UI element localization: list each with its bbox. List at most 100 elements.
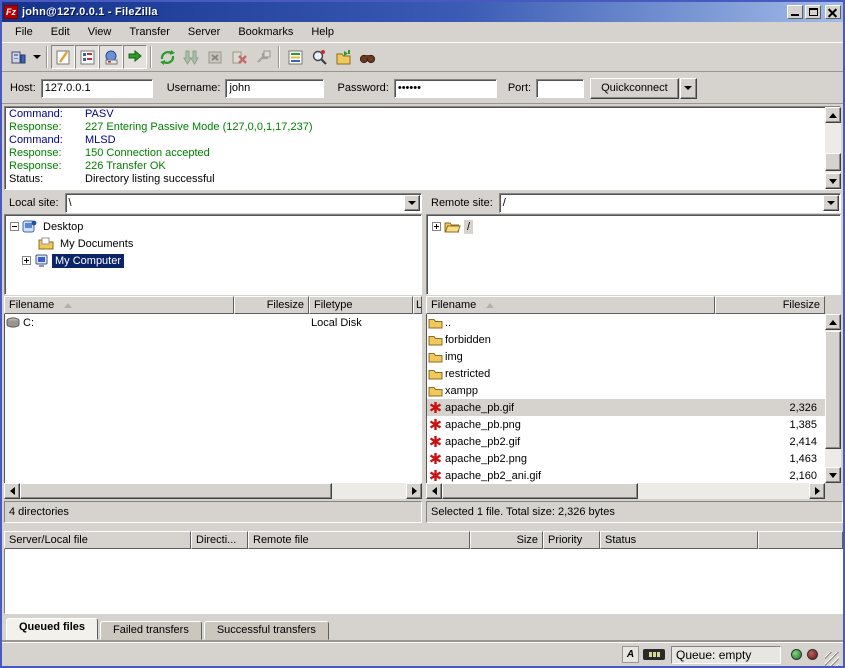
tab-queued-files[interactable]: Queued files (6, 618, 98, 640)
scrollbar-thumb[interactable] (442, 483, 638, 499)
scroll-left-button[interactable] (426, 483, 442, 499)
toggle-transfer-queue-button[interactable] (123, 45, 147, 69)
find-files-button[interactable] (355, 45, 379, 69)
remote-site-dropdown[interactable] (823, 195, 839, 211)
refresh-button[interactable] (155, 45, 179, 69)
column-remote-file[interactable]: Remote file (248, 531, 470, 549)
speed-limit-icon[interactable] (643, 649, 665, 660)
message-log[interactable]: Command:PASV Response:227 Entering Passi… (4, 106, 841, 190)
column-filename[interactable]: Filename (426, 296, 715, 314)
transfer-queue-list[interactable] (4, 549, 843, 614)
image-file-icon (427, 401, 443, 414)
toggle-local-tree-button[interactable] (75, 45, 99, 69)
disconnect-button[interactable] (227, 45, 251, 69)
data-type-indicator-icon[interactable]: A (622, 646, 639, 663)
file-row[interactable]: apache_pb2.png 1,463 (427, 450, 825, 467)
site-manager-dropdown[interactable] (30, 46, 43, 68)
scroll-up-button[interactable] (825, 314, 841, 330)
scrollbar-thumb[interactable] (825, 153, 841, 171)
filter-button[interactable] (283, 45, 307, 69)
file-row[interactable]: .. (427, 314, 825, 331)
remote-site-combobox[interactable]: / (499, 193, 841, 213)
file-row[interactable]: apache_pb2.gif 2,414 (427, 433, 825, 450)
column-size[interactable]: Size (470, 531, 543, 549)
collapse-icon[interactable] (10, 222, 19, 231)
column-filetype[interactable]: Filetype (309, 296, 413, 314)
scroll-right-button[interactable] (406, 483, 422, 499)
column-priority[interactable]: Priority (543, 531, 600, 549)
local-site-dropdown[interactable] (404, 195, 420, 211)
scroll-left-button[interactable] (4, 483, 20, 499)
toggle-remote-tree-button[interactable] (99, 45, 123, 69)
local-directory-tree[interactable]: Desktop My Documents My Computer (4, 214, 422, 295)
menu-server[interactable]: Server (179, 23, 229, 41)
column-direction[interactable]: Directi... (191, 531, 248, 549)
tree-item-label[interactable]: / (464, 220, 473, 234)
scroll-down-button[interactable] (825, 173, 841, 189)
column-filesize[interactable]: Filesize (234, 296, 309, 314)
remote-directory-tree[interactable]: / (426, 214, 841, 295)
remote-file-list[interactable]: .. forbidden img restricted xampp apache… (426, 314, 825, 483)
scroll-down-button[interactable] (825, 467, 841, 483)
tab-successful-transfers[interactable]: Successful transfers (204, 621, 329, 640)
tree-item-desktop[interactable]: Desktop (5, 218, 421, 235)
menu-file[interactable]: File (6, 23, 42, 41)
column-filename[interactable]: Filename (4, 296, 234, 314)
file-row[interactable]: restricted (427, 365, 825, 382)
quickconnect-dropdown[interactable] (680, 78, 697, 99)
scroll-right-button[interactable] (809, 483, 825, 499)
column-status[interactable]: Status (600, 531, 758, 549)
scrollbar-thumb[interactable] (20, 483, 332, 499)
port-input[interactable] (536, 79, 584, 98)
expand-icon[interactable] (22, 256, 31, 265)
password-input[interactable] (394, 79, 497, 98)
menu-transfer[interactable]: Transfer (120, 23, 179, 41)
remote-list-vscrollbar[interactable] (825, 314, 841, 483)
menu-bookmarks[interactable]: Bookmarks (229, 23, 302, 41)
menu-edit[interactable]: Edit (42, 23, 79, 41)
scroll-up-button[interactable] (825, 107, 841, 123)
minimize-button[interactable] (787, 5, 803, 19)
file-row-selected[interactable]: apache_pb.gif 2,326 (427, 399, 825, 416)
column-last-modified[interactable]: L (413, 296, 422, 314)
username-input[interactable] (225, 79, 324, 98)
file-row[interactable]: apache_pb2_ani.gif 2,160 (427, 467, 825, 483)
tree-item-my-computer[interactable]: My Computer (5, 252, 421, 269)
file-row[interactable]: xampp (427, 382, 825, 399)
directory-comparison-button[interactable] (307, 45, 331, 69)
log-scrollbar[interactable] (825, 107, 841, 189)
local-list-hscrollbar[interactable] (4, 483, 422, 499)
close-button[interactable] (825, 5, 841, 19)
local-file-list[interactable]: C: Local Disk (4, 314, 422, 483)
tree-item-my-documents[interactable]: My Documents (5, 235, 421, 252)
menu-view[interactable]: View (79, 23, 121, 41)
tab-failed-transfers[interactable]: Failed transfers (100, 621, 202, 640)
file-row[interactable]: forbidden (427, 331, 825, 348)
expand-icon[interactable] (432, 222, 441, 231)
tree-item-label[interactable]: My Documents (57, 237, 136, 251)
maximize-button[interactable] (805, 5, 821, 19)
scrollbar-thumb[interactable] (825, 331, 841, 449)
quickconnect-button[interactable]: Quickconnect (590, 78, 679, 99)
column-filesize[interactable]: Filesize (715, 296, 825, 314)
host-input[interactable] (41, 79, 153, 98)
title-bar[interactable]: Fz john@127.0.0.1 - FileZilla (2, 2, 843, 22)
file-row[interactable]: apache_pb.png 1,385 (427, 416, 825, 433)
site-manager-button[interactable] (6, 45, 30, 69)
reconnect-button[interactable] (251, 45, 275, 69)
file-row-c-drive[interactable]: C: Local Disk (5, 314, 422, 331)
toggle-message-log-button[interactable] (51, 45, 75, 69)
tree-item-root[interactable]: / (427, 218, 840, 235)
cancel-button[interactable] (203, 45, 227, 69)
tree-item-label[interactable]: Desktop (40, 220, 86, 234)
tree-item-label[interactable]: My Computer (52, 254, 124, 268)
process-queue-button[interactable] (179, 45, 203, 69)
resize-grip[interactable] (825, 652, 839, 666)
menu-help[interactable]: Help (302, 23, 343, 41)
file-row[interactable]: img (427, 348, 825, 365)
column-server-local-file[interactable]: Server/Local file (4, 531, 191, 549)
remote-list-hscrollbar[interactable] (426, 483, 825, 499)
synchronized-browsing-button[interactable] (331, 45, 355, 69)
local-site-combobox[interactable]: \ (65, 193, 422, 213)
column-empty[interactable] (758, 531, 843, 549)
